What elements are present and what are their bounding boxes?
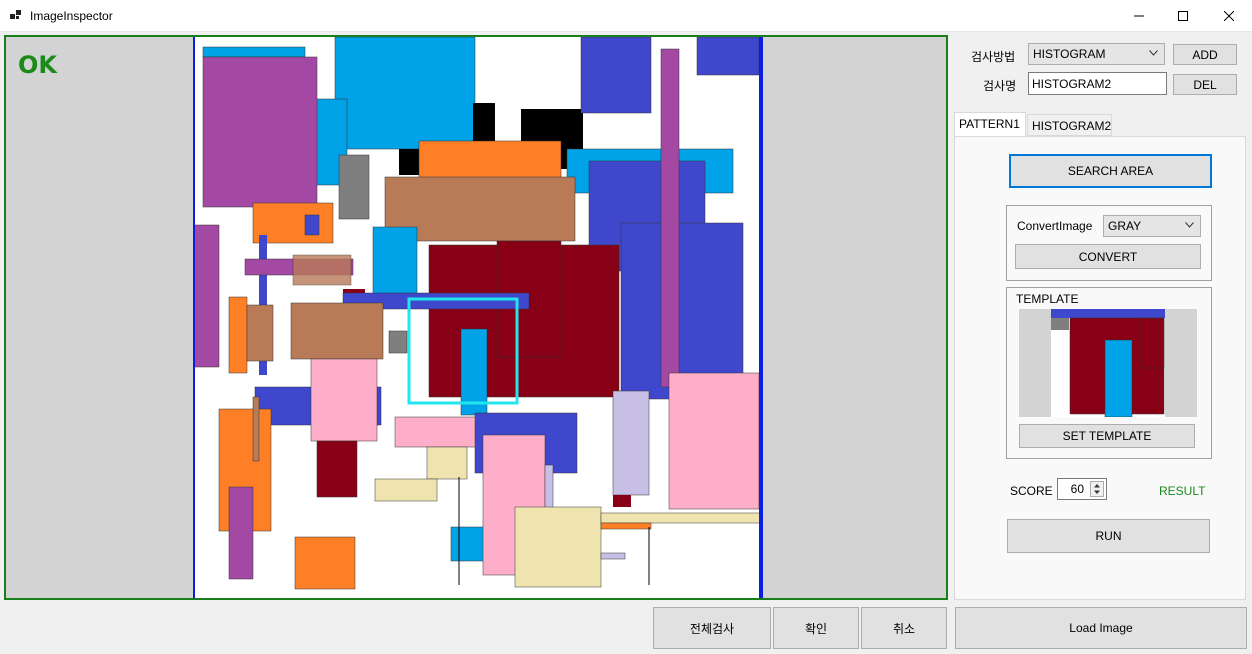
name-label: 검사명: [983, 79, 1017, 93]
minimize-button[interactable]: [1116, 0, 1162, 32]
run-button[interactable]: RUN: [1007, 519, 1210, 553]
method-select[interactable]: HISTOGRAM: [1028, 43, 1165, 65]
score-value: 60: [1070, 482, 1084, 496]
full-inspect-button[interactable]: 전체검사: [653, 607, 771, 649]
convert-group: ConvertImage GRAY CONVERT: [1006, 205, 1212, 281]
maximize-button[interactable]: [1160, 0, 1206, 32]
control-panel: 검사방법 HISTOGRAM ADD 검사명 HISTOGRAM2 DEL PA…: [950, 32, 1252, 602]
template-group: TEMPLATE SET TEMPLATE: [1006, 287, 1212, 459]
title-bar: ImageInspector: [0, 0, 1252, 32]
load-image-button[interactable]: Load Image: [955, 607, 1247, 649]
search-area-button[interactable]: SEARCH AREA: [1009, 154, 1212, 188]
name-input[interactable]: HISTOGRAM2: [1028, 72, 1167, 95]
template-group-label: TEMPLATE: [1016, 292, 1079, 306]
window-title: ImageInspector: [30, 9, 113, 23]
cancel-button[interactable]: 취소: [861, 607, 947, 649]
score-stepper[interactable]: [1090, 481, 1104, 497]
inspection-image[interactable]: [193, 37, 763, 598]
convert-image-label: ConvertImage: [1017, 219, 1093, 233]
minimize-icon: [1134, 15, 1144, 17]
tab-page-pattern1: SEARCH AREA ConvertImage GRAY CONVERT TE…: [954, 136, 1246, 600]
stepper-arrows-icon: [1094, 484, 1100, 494]
result-label: RESULT: [1159, 484, 1206, 498]
close-icon: [1224, 11, 1234, 21]
template-image: [1019, 309, 1197, 417]
score-label: SCORE: [1010, 484, 1053, 498]
method-label: 검사방법: [971, 50, 1016, 64]
tab-histogram2[interactable]: HISTOGRAM2: [1027, 114, 1112, 136]
status-label: OK: [18, 51, 57, 79]
score-input[interactable]: 60: [1057, 478, 1107, 500]
confirm-button[interactable]: 확인: [773, 607, 859, 649]
add-button[interactable]: ADD: [1173, 44, 1237, 65]
image-viewer[interactable]: OK: [4, 35, 948, 600]
convert-button[interactable]: CONVERT: [1015, 244, 1201, 269]
chevron-down-icon: [1185, 222, 1194, 228]
tab-pattern1[interactable]: PATTERN1: [954, 112, 1026, 136]
set-template-button[interactable]: SET TEMPLATE: [1019, 424, 1195, 448]
close-button[interactable]: [1206, 0, 1252, 32]
del-button[interactable]: DEL: [1173, 74, 1237, 95]
app-icon: [10, 10, 21, 19]
convert-image-select[interactable]: GRAY: [1103, 215, 1201, 237]
convert-image-select-value: GRAY: [1108, 219, 1142, 233]
method-select-value: HISTOGRAM: [1033, 47, 1106, 61]
maximize-icon: [1178, 11, 1188, 21]
chevron-down-icon: [1149, 50, 1158, 56]
